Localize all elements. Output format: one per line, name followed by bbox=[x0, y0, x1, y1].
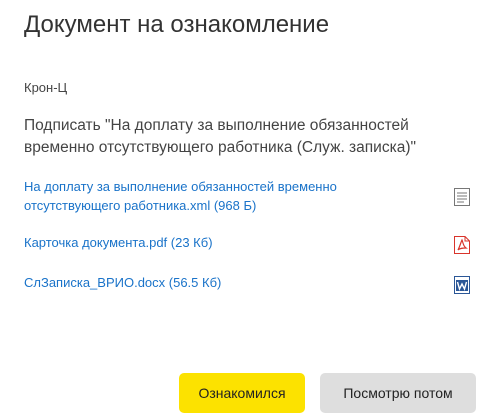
view-later-button[interactable]: Посмотрю потом bbox=[320, 373, 476, 413]
word-file-icon[interactable] bbox=[454, 276, 470, 294]
attachment-link-pdf[interactable]: Карточка документа.pdf (23 Кб) bbox=[24, 233, 424, 252]
acknowledge-button[interactable]: Ознакомился bbox=[179, 373, 305, 413]
document-dialog: Документ на ознакомление Крон-Ц Подписат… bbox=[0, 0, 500, 418]
dialog-title: Документ на ознакомление bbox=[24, 11, 330, 38]
attachment-link-docx[interactable]: СлЗаписка_ВРИО.docx (56.5 Кб) bbox=[24, 273, 424, 292]
task-description: Подписать "На доплату за выполнение обяз… bbox=[24, 117, 416, 156]
text-document-icon[interactable] bbox=[454, 188, 470, 206]
attachment-link-xml[interactable]: На доплату за выполнение обязанностей вр… bbox=[24, 177, 424, 215]
pdf-file-icon[interactable] bbox=[454, 236, 470, 254]
organization-name: Крон-Ц bbox=[24, 80, 68, 95]
